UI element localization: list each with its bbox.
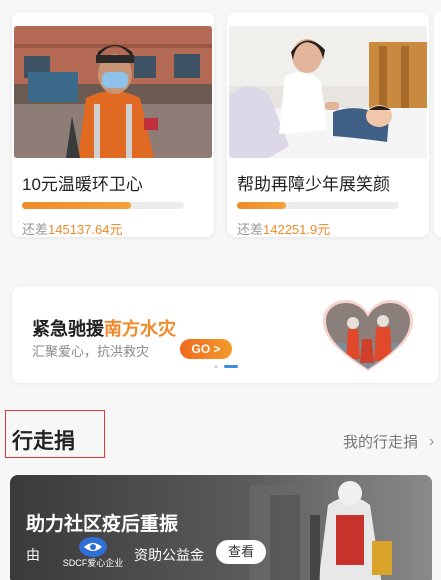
project-card-aplastic-anemia[interactable]: 帮助再障少年展笑颜 还差142251.9元 <box>227 12 429 237</box>
go-button[interactable]: GO > <box>180 339 232 359</box>
remaining-prefix: 还差 <box>237 222 264 237</box>
banner-title-prefix: 紧急驰援 <box>32 319 104 339</box>
fund-label: 资助公益金 <box>134 547 204 563</box>
remaining-amount-text: 还差145137.64元 <box>22 219 122 237</box>
section-title: 行走捐 <box>12 430 75 453</box>
walk-card-title: 助力社区疫后重振 <box>26 514 179 535</box>
project-card-sanitation[interactable]: 10元温暖环卫心 还差145137.64元 <box>12 12 214 237</box>
progress-bar <box>237 202 399 209</box>
remaining-prefix: 还差 <box>22 222 49 237</box>
remaining-amount: 142251.9 <box>263 222 318 237</box>
carousel-dot <box>214 365 218 368</box>
project-photo-sanitation-worker <box>14 26 212 158</box>
next-card-peek[interactable] <box>434 12 441 237</box>
banner-title-highlight: 南方水灾 <box>104 319 176 339</box>
project-title: 帮助再障少年展笑颜 <box>237 175 390 194</box>
flood-relief-banner[interactable]: 紧急驰援南方水灾 汇聚爱心，抗洪救灾 GO > <box>12 287 438 383</box>
remaining-amount-text: 还差142251.9元 <box>237 219 330 237</box>
remaining-unit: 元 <box>109 222 123 237</box>
my-walk-donation-link[interactable]: 我的行走捐 <box>343 431 418 452</box>
sponsor-by-label: 由 <box>26 547 40 563</box>
heart-photo-rescue-icon <box>320 299 416 373</box>
banner-title: 紧急驰援南方水灾 <box>32 315 176 341</box>
banner-subtitle: 汇聚爱心，抗洪救灾 <box>32 344 150 359</box>
carousel-dot-active <box>224 365 238 368</box>
sdcf-logo: SDCF爱心企业 <box>50 535 136 569</box>
project-title: 10元温暖环卫心 <box>22 175 143 194</box>
project-photo-mother-child <box>229 26 427 158</box>
remaining-amount: 145137.64 <box>48 222 110 237</box>
walk-donation-card[interactable]: 助力社区疫后重振 由 SDCF爱心企业 资助公益金 查看 <box>10 475 432 580</box>
chevron-right-icon[interactable]: › <box>429 433 434 451</box>
view-button[interactable]: 查看 <box>216 540 266 564</box>
progress-fill <box>237 202 286 209</box>
remaining-unit: 元 <box>317 222 331 237</box>
progress-fill <box>22 202 131 209</box>
sponsor-logo-text: SDCF爱心企业 <box>63 557 124 568</box>
progress-bar <box>22 202 184 209</box>
